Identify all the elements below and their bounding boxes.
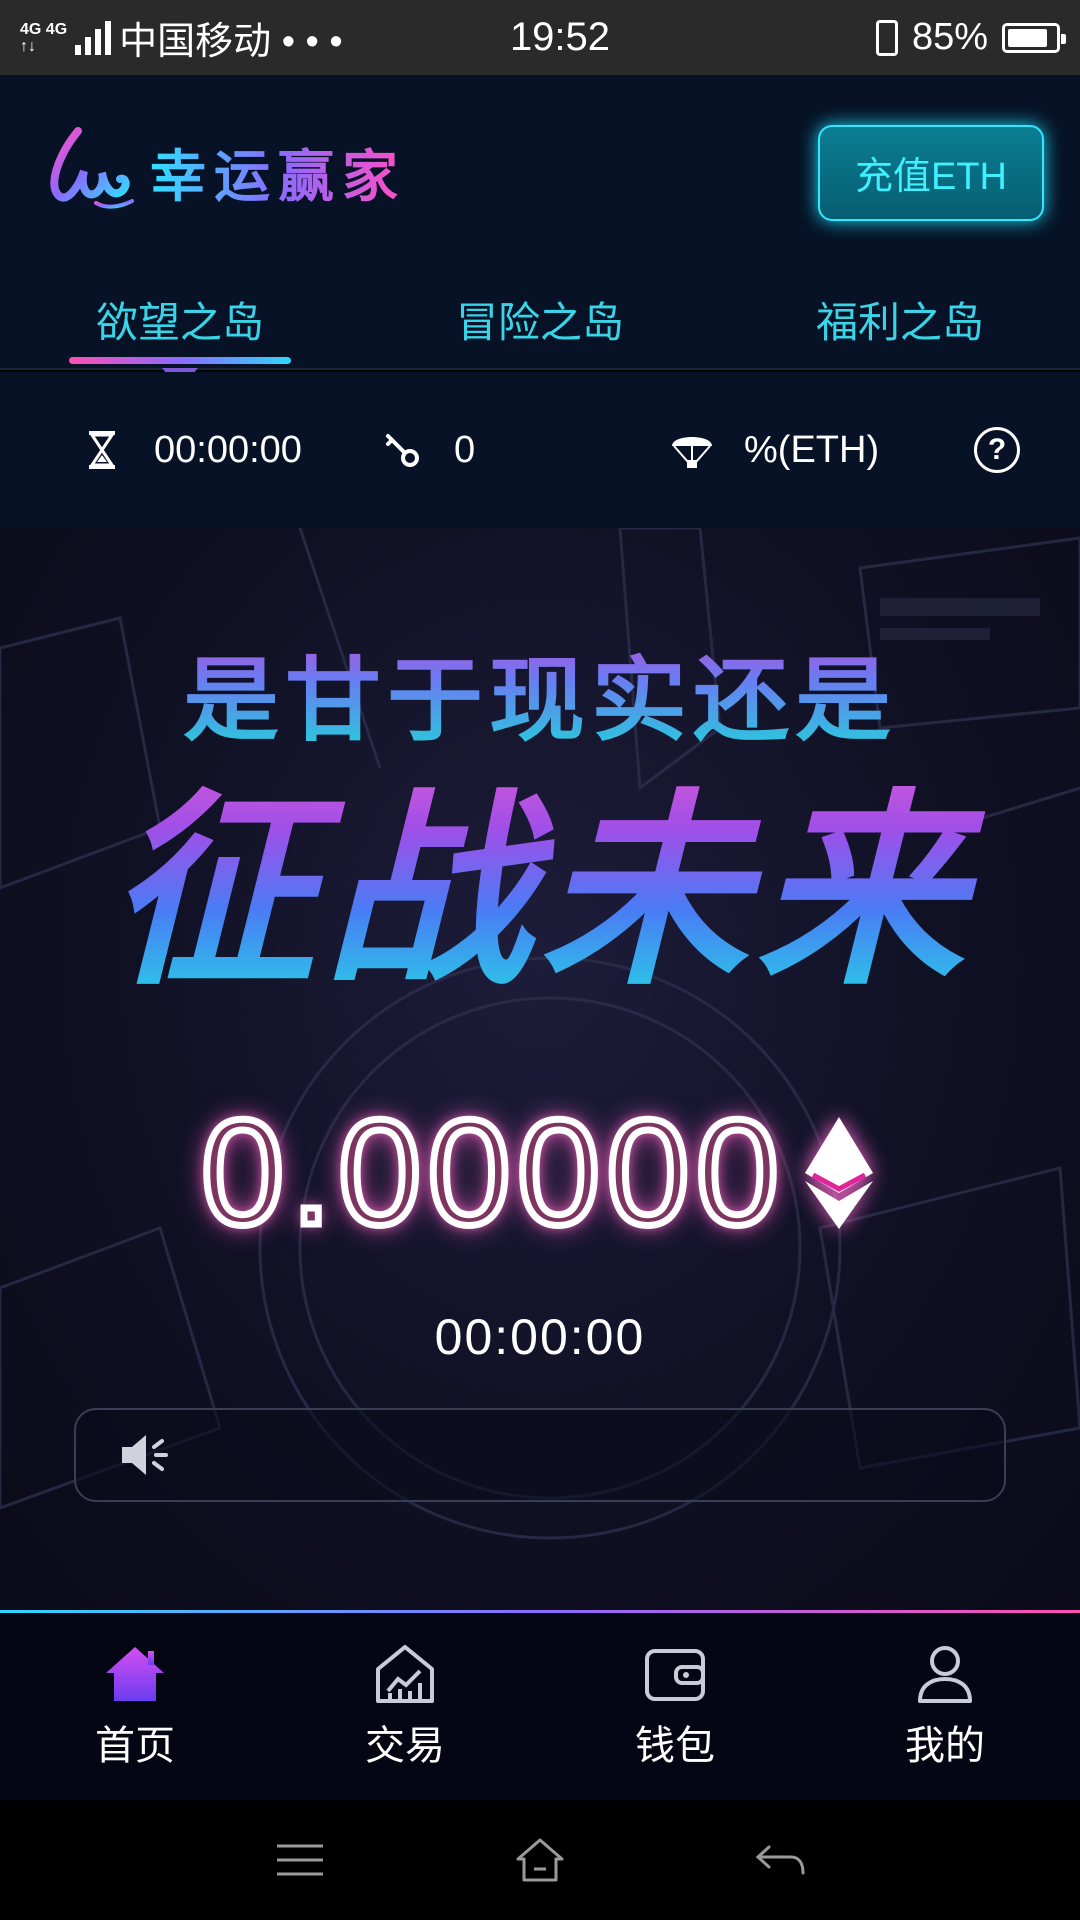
timer-info: 00:00:00 xyxy=(80,428,380,472)
carrier-name: 中国移动 • • • xyxy=(119,21,343,63)
back-button[interactable] xyxy=(750,1835,810,1885)
trade-icon xyxy=(376,1644,434,1703)
hero-banner: 是甘于现实还是 征战未来 0.00000 00:00:00 xyxy=(0,528,1080,1610)
slogan-title: 征战未来 xyxy=(0,723,1080,1024)
network-type-label: 4G 4G xyxy=(20,20,68,38)
logo-icon xyxy=(50,126,134,209)
airdrop-value: %(ETH) xyxy=(744,428,880,471)
recharge-eth-button[interactable]: 充值ETH xyxy=(818,124,1044,221)
status-bar: 4G 4G ↑↓ 中国移动 • • • 19:52 85% xyxy=(0,0,1080,75)
battery-percent: 85% xyxy=(911,16,988,58)
timer-value: 00:00:00 xyxy=(154,428,302,471)
system-home-button[interactable] xyxy=(510,1835,570,1885)
round-countdown: 00:00:00 xyxy=(434,1309,646,1365)
status-right: 85% xyxy=(680,16,1066,59)
wallet-icon xyxy=(645,1648,705,1701)
nav-home-label: 首页 xyxy=(95,1723,175,1768)
nav-profile-label: 我的 xyxy=(905,1723,985,1768)
vibrate-icon xyxy=(875,19,898,56)
network-type: 4G 4G ↑↓ xyxy=(20,21,67,55)
ethereum-icon xyxy=(805,1116,874,1229)
app-header: 幸运赢家 充值ETH xyxy=(0,75,1080,270)
nav-trade[interactable]: 交易 xyxy=(270,1613,540,1800)
prize-amount: 0.00000 xyxy=(0,1085,1080,1260)
key-icon xyxy=(380,428,424,472)
system-navigation-bar xyxy=(0,1800,1080,1920)
brand: 幸运赢家 xyxy=(40,123,406,223)
parachute-icon xyxy=(670,428,714,472)
network-activity-indicator: ↑↓ xyxy=(20,37,36,55)
clock: 19:52 xyxy=(509,15,611,59)
nav-home[interactable]: 首页 xyxy=(0,1613,270,1800)
nav-wallet[interactable]: 钱包 xyxy=(540,1613,810,1800)
bottom-nav: 首页 交易 钱包 我的 xyxy=(0,1613,1080,1800)
tab-desire-island[interactable]: 欲望之岛 xyxy=(0,270,360,368)
status-left: 4G 4G ↑↓ 中国移动 • • • xyxy=(20,10,440,65)
tab-welfare-island[interactable]: 福利之岛 xyxy=(720,270,1080,368)
battery-icon xyxy=(1002,22,1066,53)
announcement-bar[interactable] xyxy=(74,1408,1006,1502)
help-button[interactable]: ? xyxy=(974,427,1020,473)
info-row: 00:00:00 0 %(ETH) ? xyxy=(0,372,1080,528)
airdrop-info: %(ETH) xyxy=(670,428,879,472)
signal-icon xyxy=(75,20,112,55)
nav-wallet-label: 钱包 xyxy=(635,1723,715,1768)
brand-name: 幸运赢家 xyxy=(150,132,406,213)
island-tabs: 欲望之岛 冒险之岛 福利之岛 xyxy=(0,270,1080,370)
menu-icon xyxy=(277,1844,323,1876)
tab-adventure-island[interactable]: 冒险之岛 xyxy=(360,270,720,368)
keys-count: 0 xyxy=(454,428,476,471)
nav-trade-label: 交易 xyxy=(365,1723,445,1768)
user-icon xyxy=(918,1645,972,1703)
speaker-icon xyxy=(122,1435,168,1475)
menu-button[interactable] xyxy=(270,1835,330,1885)
prize-amount-value: 0.00000 xyxy=(197,1085,786,1260)
back-icon xyxy=(755,1845,805,1875)
home-icon xyxy=(106,1646,164,1701)
hourglass-icon xyxy=(80,428,124,472)
nav-profile[interactable]: 我的 xyxy=(810,1613,1080,1800)
system-home-icon xyxy=(516,1838,564,1882)
keys-info: 0 xyxy=(380,428,670,472)
